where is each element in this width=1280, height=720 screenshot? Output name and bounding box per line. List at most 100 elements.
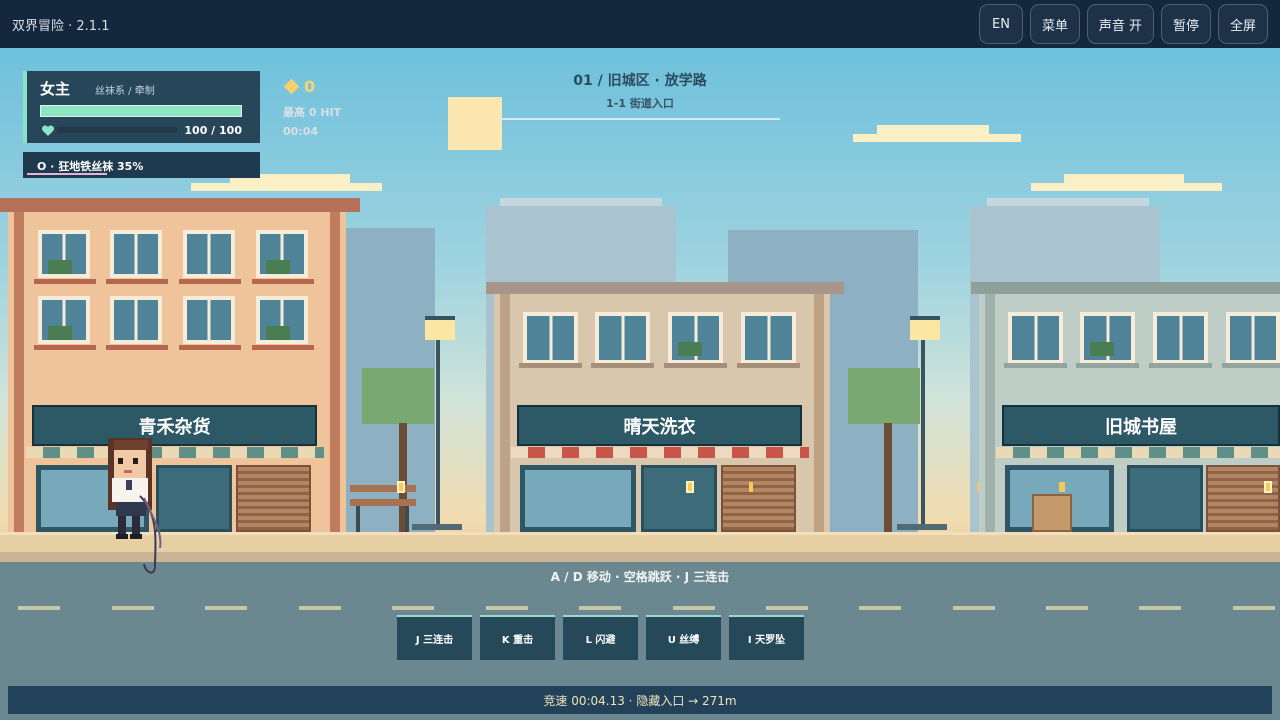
coin-pickup bbox=[1264, 481, 1272, 493]
player-character bbox=[108, 438, 162, 574]
window-sill bbox=[34, 345, 96, 350]
stage-subtitle: 1-1 街道入口 bbox=[606, 97, 674, 110]
street-lamp bbox=[425, 316, 455, 340]
lane-marking bbox=[1233, 606, 1275, 610]
skill-status-text: O · 狂地铁丝袜 35% bbox=[37, 160, 144, 173]
skill-button-heavy[interactable]: K 重击 bbox=[480, 615, 555, 660]
window-sill bbox=[519, 363, 582, 368]
language-button[interactable]: EN bbox=[979, 4, 1023, 44]
player-status-card: 女主 丝袜系 / 牵制 100 / 100 bbox=[23, 71, 260, 143]
lane-marking bbox=[859, 606, 901, 610]
awning bbox=[26, 447, 324, 458]
window-sill bbox=[1149, 363, 1212, 368]
bench bbox=[350, 485, 416, 492]
window-sill bbox=[1004, 363, 1067, 368]
shop-shutter bbox=[1206, 465, 1280, 532]
shop-shutter bbox=[721, 465, 796, 532]
roof bbox=[971, 282, 1280, 294]
roof bbox=[486, 282, 844, 294]
awning bbox=[996, 447, 1280, 458]
coin-pickup bbox=[1059, 482, 1065, 492]
street-lamp bbox=[910, 316, 940, 340]
elapsed-timer: 00:04 bbox=[283, 125, 319, 138]
window bbox=[1226, 312, 1280, 364]
shop-sign: 晴天洗衣 bbox=[517, 405, 802, 446]
cloud bbox=[877, 125, 989, 134]
lane-marking bbox=[766, 606, 808, 610]
window bbox=[1153, 312, 1208, 364]
lamp-base bbox=[412, 524, 462, 530]
tree-trunk bbox=[884, 423, 892, 532]
window bbox=[595, 312, 650, 364]
stage-title: 01 / 旧城区 · 放学路 bbox=[573, 73, 707, 89]
window-sill bbox=[664, 363, 727, 368]
shop-shutter bbox=[236, 465, 311, 532]
pillar bbox=[500, 294, 510, 532]
lane-marking bbox=[112, 606, 154, 610]
pillar bbox=[14, 212, 24, 532]
skill-button-bind[interactable]: U 丝缚 bbox=[646, 615, 721, 660]
bench-leg bbox=[405, 506, 409, 532]
window-sill bbox=[106, 279, 168, 284]
window-sill bbox=[252, 279, 314, 284]
skill-button-dodge[interactable]: L 闪避 bbox=[563, 615, 638, 660]
potted-plant bbox=[678, 342, 702, 356]
lane-marking bbox=[299, 606, 341, 610]
fullscreen-button[interactable]: 全屏 bbox=[1218, 4, 1268, 44]
bench-leg bbox=[356, 506, 360, 532]
health-value: 100 / 100 bbox=[184, 124, 242, 137]
awning bbox=[511, 447, 809, 458]
skill-status-card: O · 狂地铁丝袜 35% bbox=[23, 152, 260, 178]
window bbox=[110, 296, 162, 344]
pause-button[interactable]: 暂停 bbox=[1161, 4, 1211, 44]
potted-plant bbox=[48, 326, 72, 340]
menu-button[interactable]: 菜单 bbox=[1030, 4, 1080, 44]
secondary-bar bbox=[57, 127, 177, 133]
lane-marking bbox=[1046, 606, 1088, 610]
lane-marking bbox=[205, 606, 247, 610]
sound-button[interactable]: 声音 开 bbox=[1087, 4, 1154, 44]
window-sill bbox=[34, 279, 96, 284]
window-sill bbox=[179, 345, 241, 350]
window bbox=[1008, 312, 1063, 364]
window bbox=[1080, 312, 1135, 364]
lane-marking bbox=[579, 606, 621, 610]
top-bar: 双界冒险 · 2.1.1 EN 菜单 声音 开 暂停 全屏 bbox=[0, 0, 1280, 48]
window-sill bbox=[179, 279, 241, 284]
game-scene[interactable]: 青禾杂货 晴天洗衣 旧城书屋 女主 丝袜系 / 牵制 100 / 100 O ·… bbox=[0, 48, 1280, 720]
lane-marking bbox=[486, 606, 528, 610]
health-bar bbox=[40, 105, 242, 117]
window bbox=[110, 230, 162, 278]
skill-progress-bar bbox=[27, 173, 108, 175]
heart-icon bbox=[41, 125, 55, 136]
lamp-pole bbox=[921, 340, 925, 530]
window bbox=[741, 312, 796, 364]
cloud bbox=[1031, 183, 1222, 191]
skill-button-combo[interactable]: J 三连击 bbox=[397, 615, 472, 660]
player-class: 丝袜系 / 牵制 bbox=[95, 86, 155, 97]
roof bbox=[0, 198, 360, 212]
bench bbox=[350, 499, 416, 506]
potted-plant bbox=[266, 260, 290, 274]
window-sill bbox=[591, 363, 654, 368]
window-sill bbox=[1076, 363, 1139, 368]
skill-button-ultimate[interactable]: I 天罗坠 bbox=[729, 615, 804, 660]
lane-marking bbox=[673, 606, 715, 610]
potted-plant bbox=[1090, 342, 1114, 356]
pillar bbox=[330, 212, 340, 532]
cloud bbox=[191, 183, 382, 191]
app-title: 双界冒险 · 2.1.1 bbox=[12, 19, 110, 34]
gem-icon bbox=[283, 78, 300, 95]
lamp-pole bbox=[436, 340, 440, 530]
window-sill bbox=[252, 345, 314, 350]
lane-marking bbox=[18, 606, 60, 610]
controls-hint: A / D 移动 · 空格跳跃 · J 三连击 bbox=[550, 570, 730, 584]
tree bbox=[848, 368, 920, 424]
pillar bbox=[985, 294, 995, 532]
window bbox=[668, 312, 723, 364]
tree bbox=[362, 368, 434, 424]
window-sill bbox=[106, 345, 168, 350]
stage-progress-line bbox=[500, 118, 780, 120]
coin-pickup bbox=[686, 481, 694, 493]
lane-marking bbox=[1139, 606, 1181, 610]
